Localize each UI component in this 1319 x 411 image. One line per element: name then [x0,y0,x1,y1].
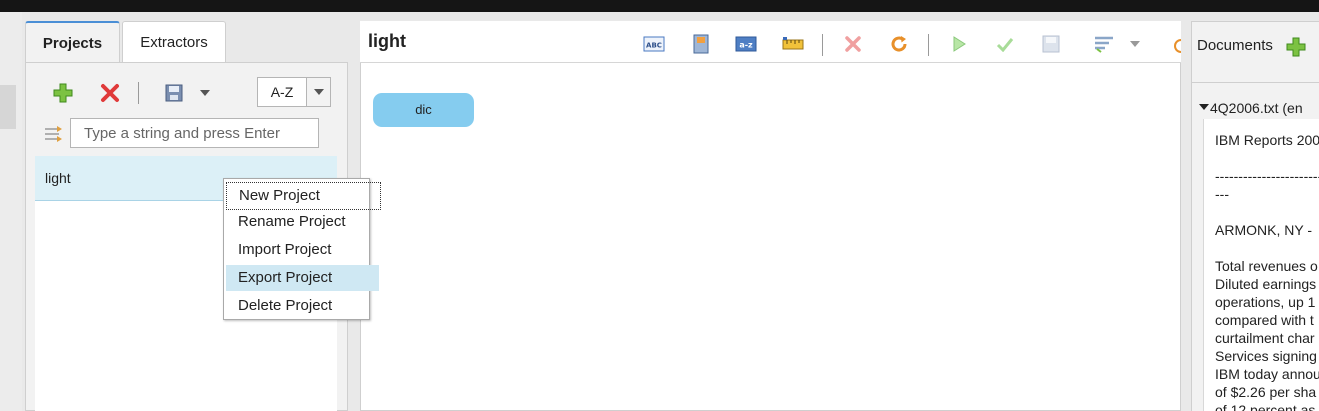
document-line: compared with t [1215,312,1314,328]
toolbar-separator [928,34,929,56]
documents-title: Documents [1197,37,1273,54]
sort-select[interactable]: A-Z [257,77,307,107]
document-line: Diluted earnings [1215,276,1317,292]
toolbar-separator [138,82,139,104]
document-line: IBM Reports 200 [1215,132,1319,148]
left-edge-handle[interactable] [0,85,16,129]
document-line: --- [1215,186,1229,202]
chevron-down-icon [313,89,324,95]
save-project-button[interactable] [162,81,186,105]
filter-icon [43,123,65,145]
document-line: ------------------------- [1215,168,1319,184]
list-options-dropdown[interactable] [1126,34,1144,54]
chevron-down-icon [1130,41,1140,47]
document-line: ARMONK, NY - [1215,222,1312,238]
window-top-bar [0,0,1319,12]
document-line: Total revenues o [1215,258,1318,274]
document-line: of $2.26 per sha [1215,384,1317,400]
add-document-button[interactable] [1286,37,1306,57]
tab-projects[interactable]: Projects [25,21,120,63]
collapse-triangle-icon[interactable] [1199,104,1209,110]
document-name[interactable]: 4Q2006.txt (en [1210,100,1319,116]
svg-text:a-z: a-z [739,41,753,50]
delete-icon[interactable] [842,34,864,54]
save-icon[interactable] [1040,34,1062,54]
refresh-icon[interactable] [888,34,910,54]
dictionary-node[interactable]: dic [373,93,474,127]
menu-item-new-project[interactable]: New Project [226,182,381,210]
editor-title: light [368,31,406,51]
project-context-menu: New Project Rename Project Import Projec… [223,178,381,320]
abc-icon[interactable]: ABC [643,34,665,54]
document-line: IBM today annou [1215,366,1319,382]
tab-extractors[interactable]: Extractors [122,21,226,63]
book-icon[interactable] [690,34,712,54]
a-z-icon[interactable]: a-z [735,34,757,54]
document-line: curtailment char [1215,330,1315,346]
document-text: IBM Reports 200 ---------------------- --… [1203,119,1319,411]
plus-icon [53,83,73,103]
project-filter-input[interactable] [70,118,319,148]
plus-icon [1286,37,1306,57]
floppy-disk-icon [165,84,183,102]
list-icon[interactable] [1093,34,1115,54]
toolbar-separator [822,34,823,56]
menu-item-export-project[interactable]: Export Project [226,265,379,291]
ruler-icon[interactable] [782,34,804,54]
document-line: Services signing [1215,348,1317,364]
check-icon[interactable] [994,34,1016,54]
document-line: operations, up 1 [1215,294,1316,310]
menu-item-rename-project[interactable]: Rename Project [226,209,379,235]
svg-text:ABC: ABC [646,42,662,50]
clipped-toolbar-icon[interactable] [1173,38,1181,54]
save-options-dropdown[interactable] [195,81,215,105]
sort-dropdown-button[interactable] [306,77,331,107]
chevron-down-icon [200,90,210,96]
editor-panel [360,21,1181,411]
document-line: of 12 percent as [1215,402,1316,411]
menu-item-import-project[interactable]: Import Project [226,237,379,263]
menu-item-delete-project[interactable]: Delete Project [226,293,379,319]
delete-project-button[interactable] [98,81,122,105]
add-project-button[interactable] [51,81,75,105]
left-edge-strip [0,12,22,411]
run-icon[interactable] [948,34,970,54]
red-x-icon [101,84,119,102]
